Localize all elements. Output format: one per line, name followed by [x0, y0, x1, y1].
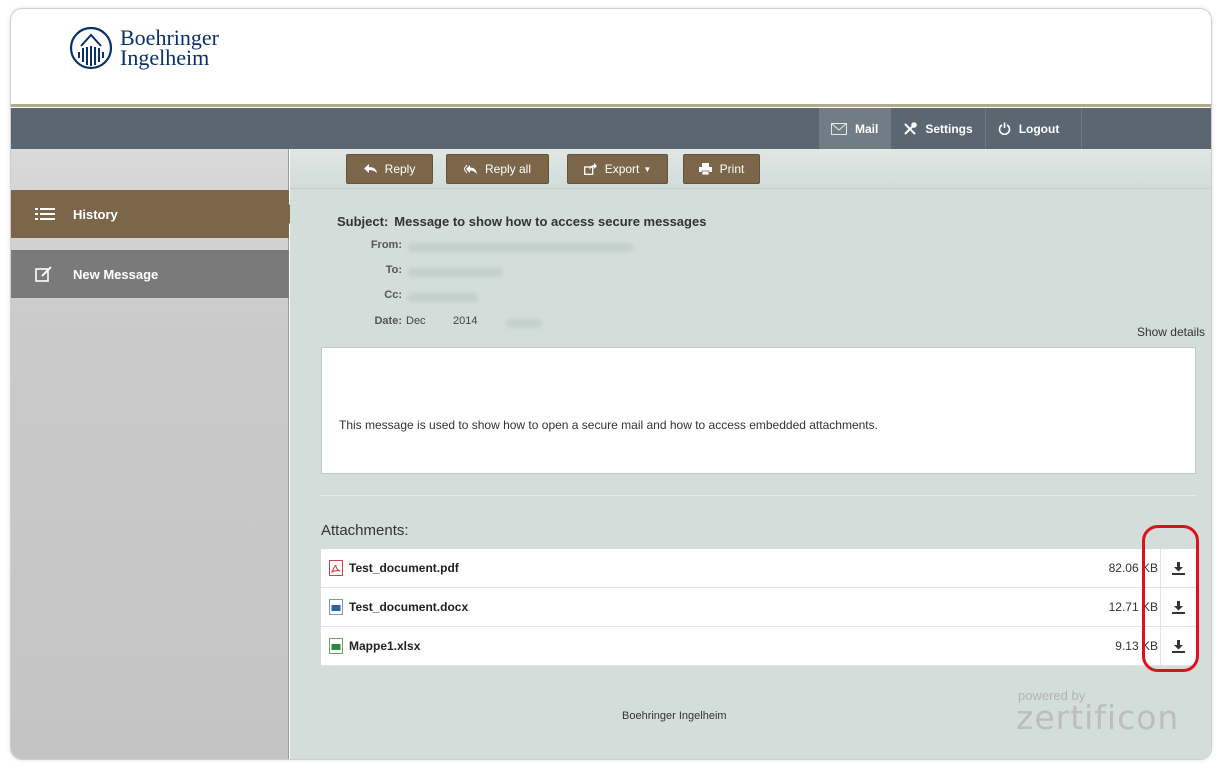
- brand-name: Boehringer Ingelheim: [120, 27, 219, 70]
- message-toolbar: Reply Reply all Export ▼ Print: [290, 149, 1211, 189]
- caret-down-icon: ▼: [643, 164, 652, 174]
- export-dropdown-button[interactable]: Export ▼: [567, 154, 668, 184]
- reply-label: Reply: [384, 162, 416, 176]
- from-value-redacted: [408, 243, 633, 252]
- cc-label: Cc:: [384, 289, 402, 301]
- attachment-row: Test_document.pdf 82.06 KB: [321, 549, 1196, 588]
- pdf-file-icon: [329, 560, 343, 576]
- reply-icon: [363, 164, 377, 174]
- header: Boehringer Ingelheim: [11, 9, 1211, 107]
- from-label: From:: [370, 239, 402, 251]
- app-frame: Boehringer Ingelheim Mail Settings Logou…: [10, 8, 1212, 760]
- print-button[interactable]: Print: [683, 154, 760, 184]
- divider: [321, 495, 1196, 496]
- attachment-row: Mappe1.xlsx 9.13 KB: [321, 627, 1196, 666]
- nav-mail-label: Mail: [855, 121, 879, 136]
- sidebar-item-history-label: History: [73, 206, 118, 222]
- date-time-redacted: [506, 319, 542, 328]
- attachment-name[interactable]: Test_document.docx: [349, 600, 468, 614]
- nav-mail[interactable]: Mail: [819, 108, 892, 149]
- cc-value-redacted: [408, 293, 478, 302]
- top-navbar: Mail Settings Logout: [11, 108, 1211, 149]
- vendor-logo: zertificon: [1016, 698, 1180, 737]
- nav-settings[interactable]: Settings: [891, 108, 986, 149]
- print-label: Print: [719, 162, 745, 176]
- nav-settings-label: Settings: [925, 121, 973, 136]
- sidebar-item-new-message[interactable]: New Message: [11, 250, 289, 298]
- reply-all-button[interactable]: Reply all: [446, 154, 549, 184]
- sidebar-item-history[interactable]: History: [11, 190, 299, 238]
- date-label: Date:: [374, 315, 402, 327]
- nav-logout-label: Logout: [1018, 121, 1060, 136]
- brand-line-2: Ingelheim: [120, 45, 210, 70]
- attachment-row: Test_document.docx 12.71 KB: [321, 588, 1196, 627]
- export-icon: [583, 163, 597, 175]
- tools-icon: [903, 121, 918, 136]
- nav-items: Mail Settings Logout: [819, 108, 1082, 149]
- power-icon: [998, 122, 1011, 135]
- brand-logo: Boehringer Ingelheim: [69, 26, 219, 70]
- show-details-link[interactable]: Show details: [1137, 325, 1205, 339]
- envelope-icon: [831, 122, 847, 135]
- nav-logout[interactable]: Logout: [986, 108, 1082, 149]
- reply-all-icon: [463, 164, 477, 175]
- attachments-list: Test_document.pdf 82.06 KB Test_document…: [321, 549, 1196, 666]
- download-highlight-annotation: [1142, 525, 1199, 672]
- list-icon: [35, 207, 57, 221]
- reply-button[interactable]: Reply: [346, 154, 433, 184]
- message-body-text: This message is used to show how to open…: [339, 418, 878, 432]
- date-month: Dec: [406, 315, 426, 327]
- message-body: This message is used to show how to open…: [321, 347, 1196, 474]
- attachments-title: Attachments:: [321, 522, 409, 539]
- date-year: 2014: [453, 315, 478, 327]
- compose-icon: [35, 265, 57, 283]
- sidebar-item-new-message-label: New Message: [73, 266, 159, 282]
- printer-icon: [698, 163, 712, 175]
- subject-label: Subject:: [337, 214, 389, 229]
- footer-company: Boehringer Ingelheim: [622, 710, 727, 722]
- excel-file-icon: [329, 638, 343, 654]
- subject-line: Subject: Message to show how to access se…: [337, 214, 706, 229]
- attachment-name[interactable]: Mappe1.xlsx: [349, 639, 420, 653]
- subject-text: Message to show how to access secure mes…: [394, 214, 707, 229]
- boehringer-logo-icon: [69, 26, 113, 70]
- to-label: To:: [385, 264, 402, 276]
- word-file-icon: [329, 599, 343, 615]
- reply-all-label: Reply all: [484, 162, 532, 176]
- export-label: Export: [604, 162, 640, 176]
- to-value-redacted: [408, 268, 503, 277]
- message-view: Reply Reply all Export ▼ Print Subject: …: [290, 149, 1211, 759]
- sidebar: History New Message: [11, 149, 299, 759]
- attachment-name[interactable]: Test_document.pdf: [349, 561, 459, 575]
